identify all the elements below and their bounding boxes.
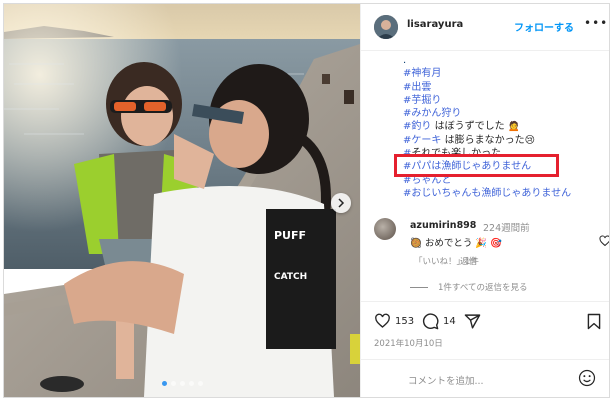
post-username[interactable]: lisarayura [407,19,463,30]
caption-line: #ケーキ は膨らまなかった😢 [403,134,571,147]
post-date[interactable]: 2021年10月10日 [374,337,443,349]
commenter-avatar[interactable] [374,218,396,240]
carousel-dot [188,381,194,386]
hashtag-link[interactable]: #神有月 [403,68,441,79]
svg-text:PUFF: PUFF [274,229,306,242]
post-photo[interactable]: PUFF CATCH [4,4,360,397]
caption-line: #神有月 [403,67,571,80]
caption-text: は膨らまなかった😢 [441,134,535,146]
like-button[interactable]: 153 [374,313,414,329]
post-details-panel: lisarayura フォローする ••• . #神有月 #出雲 #芋掘り #みかん狩り… [360,4,610,397]
highlight-box [394,154,559,177]
comment-count: 14 [443,316,456,327]
caption-line: . [403,54,571,67]
commenter-username[interactable]: azumirin898 [410,220,476,231]
avatar-image-icon [374,15,398,39]
more-options-icon[interactable]: ••• [584,16,608,30]
carousel-dot [197,381,203,386]
heart-icon [375,313,390,328]
comment-button[interactable]: 14 [422,313,456,330]
caption-line: #釣り はぼうずでした 🙍 [403,120,571,133]
add-comment-bar: コメントを追加... [361,359,609,397]
view-replies-line [410,286,428,288]
hashtag-link[interactable]: #釣り [403,121,431,132]
carousel-dot [179,381,185,386]
caption-text: はぼうずでした 🙍 [431,121,521,133]
add-comment-input[interactable]: コメントを追加... [408,373,484,387]
comment-like-heart-icon[interactable] [599,235,610,247]
post-dialog: PUFF CATCH lisarayura フォローする ••• . #神有月 … [3,3,610,398]
post-actions: 153 14 2021年10月10日 コメントを追加... [361,301,609,397]
caption-text: . [403,55,407,66]
chevron-right-icon [338,198,345,208]
caption-line: #おじいちゃんも漁師じゃありません [403,187,571,200]
hashtag-link[interactable]: #おじいちゃんも漁師じゃありません [403,188,571,199]
svg-text:CATCH: CATCH [274,272,307,282]
hashtag-link[interactable]: #ケーキ [403,135,441,146]
emoji-icon[interactable] [578,369,596,387]
hashtag-link[interactable]: #芋掘り [403,95,441,106]
comment-time[interactable]: 224週間前 [483,220,530,234]
share-paper-plane-icon [464,314,481,329]
post-header: lisarayura フォローする ••• [361,4,609,51]
share-button[interactable] [464,313,481,330]
caption-line: #みかん狩り [403,107,571,120]
view-replies-label: 1件すべての返信を見る [438,283,528,293]
caption-line: #出雲 [403,81,571,94]
comment-bubble-icon [422,313,439,330]
avatar[interactable] [374,15,398,39]
carousel-dot [161,381,167,386]
like-count: 153 [395,315,415,327]
caption-line: #芋掘り [403,94,571,107]
comment-reply-button[interactable]: 返信 [460,255,477,267]
follow-button[interactable]: フォローする [514,19,574,34]
comment-text: 🥘 おめでとう 🎉 🎯 [410,238,503,249]
view-replies-button[interactable]: 1件すべての返信を見る [410,281,527,293]
bookmark-icon [587,313,601,330]
hashtag-link[interactable]: #みかん狩り [403,108,461,119]
carousel-next-button[interactable] [331,193,351,213]
photo-illustration: PUFF CATCH [4,4,360,397]
save-button[interactable] [587,313,601,330]
carousel-dot [170,381,176,386]
hashtag-link[interactable]: #出雲 [403,82,431,93]
post-caption: . #神有月 #出雲 #芋掘り #みかん狩り #釣り はぼうずでした 🙍 #ケーキ は膨らま… [403,54,571,200]
carousel-indicator [4,381,360,386]
